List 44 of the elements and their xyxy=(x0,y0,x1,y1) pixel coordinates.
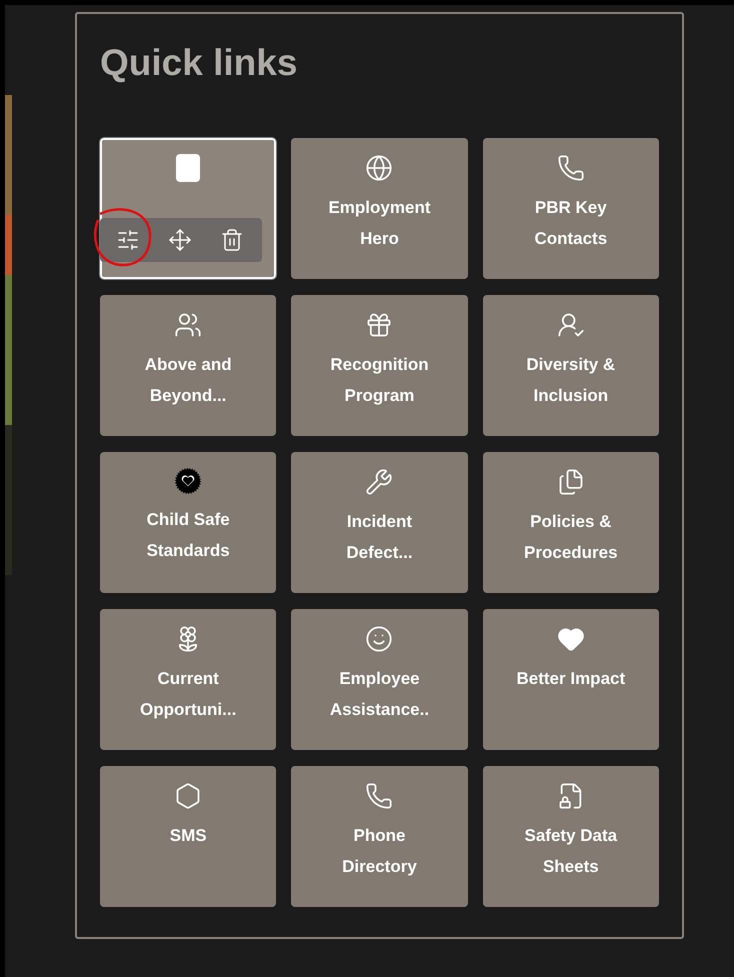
smiley-icon xyxy=(365,625,394,653)
heart-badge-icon xyxy=(175,468,202,494)
tile-label: Phone Directory xyxy=(341,825,418,878)
phone-icon xyxy=(556,154,585,182)
tile-label: Employment Hero xyxy=(327,197,432,250)
tile-label: Recognition Program xyxy=(329,354,430,407)
quick-link-tile[interactable]: Above and Beyond... xyxy=(100,295,276,436)
trash-icon xyxy=(220,228,244,252)
quick-link-tile[interactable]: Child Safe Standards xyxy=(100,452,276,593)
tile-label: Current Opportuni... xyxy=(138,668,238,721)
tile-icon xyxy=(176,154,200,182)
tile-label: Diversity & Inclusion xyxy=(525,354,616,407)
person-icon xyxy=(556,311,585,339)
tile-label: Policies & Procedures xyxy=(523,511,619,564)
quick-link-tile[interactable]: Policies & Procedures xyxy=(482,452,659,593)
quick-link-tile[interactable]: PBR Key Contacts xyxy=(482,138,659,279)
quick-link-tile[interactable]: Phone Directory xyxy=(291,766,468,907)
quick-link-tile[interactable]: Diversity & Inclusion xyxy=(482,295,659,436)
quick-link-tile[interactable]: Employee Assistance.. xyxy=(291,609,468,750)
wrench-icon xyxy=(365,468,394,496)
quick-link-tile[interactable]: SMS xyxy=(100,766,276,907)
tile-label: Safety Data Sheets xyxy=(524,825,618,878)
people-icon xyxy=(174,311,202,339)
quick-link-tile[interactable]: Incident Defect... xyxy=(291,452,468,593)
phone-icon xyxy=(365,782,394,810)
quick-link-tile[interactable]: Current Opportuni... xyxy=(100,609,276,750)
sliders-icon xyxy=(116,228,140,252)
tile-label: Above and Beyond... xyxy=(144,354,233,407)
move-icon xyxy=(168,228,192,252)
tile-label: Employee Assistance.. xyxy=(328,668,430,721)
quick-link-tile[interactable]: Employment Hero xyxy=(291,138,468,279)
globe-icon xyxy=(365,154,394,182)
documents-icon xyxy=(556,468,585,496)
quick-link-tile[interactable]: Recognition Program xyxy=(291,295,468,436)
tile-label: PBR Key Contacts xyxy=(533,197,608,250)
tile-label: Incident Defect... xyxy=(345,511,414,564)
panel-title: Quick links xyxy=(100,44,298,85)
tile-label: Child Safe Standards xyxy=(146,509,231,562)
tile-label: Better Impact xyxy=(516,668,626,690)
gift-icon xyxy=(365,311,394,339)
tile-label: SMS xyxy=(170,825,207,847)
quick-link-tile[interactable]: Better Impact xyxy=(482,609,659,750)
hexagon-icon xyxy=(174,782,202,810)
quick-link-tile[interactable]: Safety Data Sheets xyxy=(482,766,659,907)
